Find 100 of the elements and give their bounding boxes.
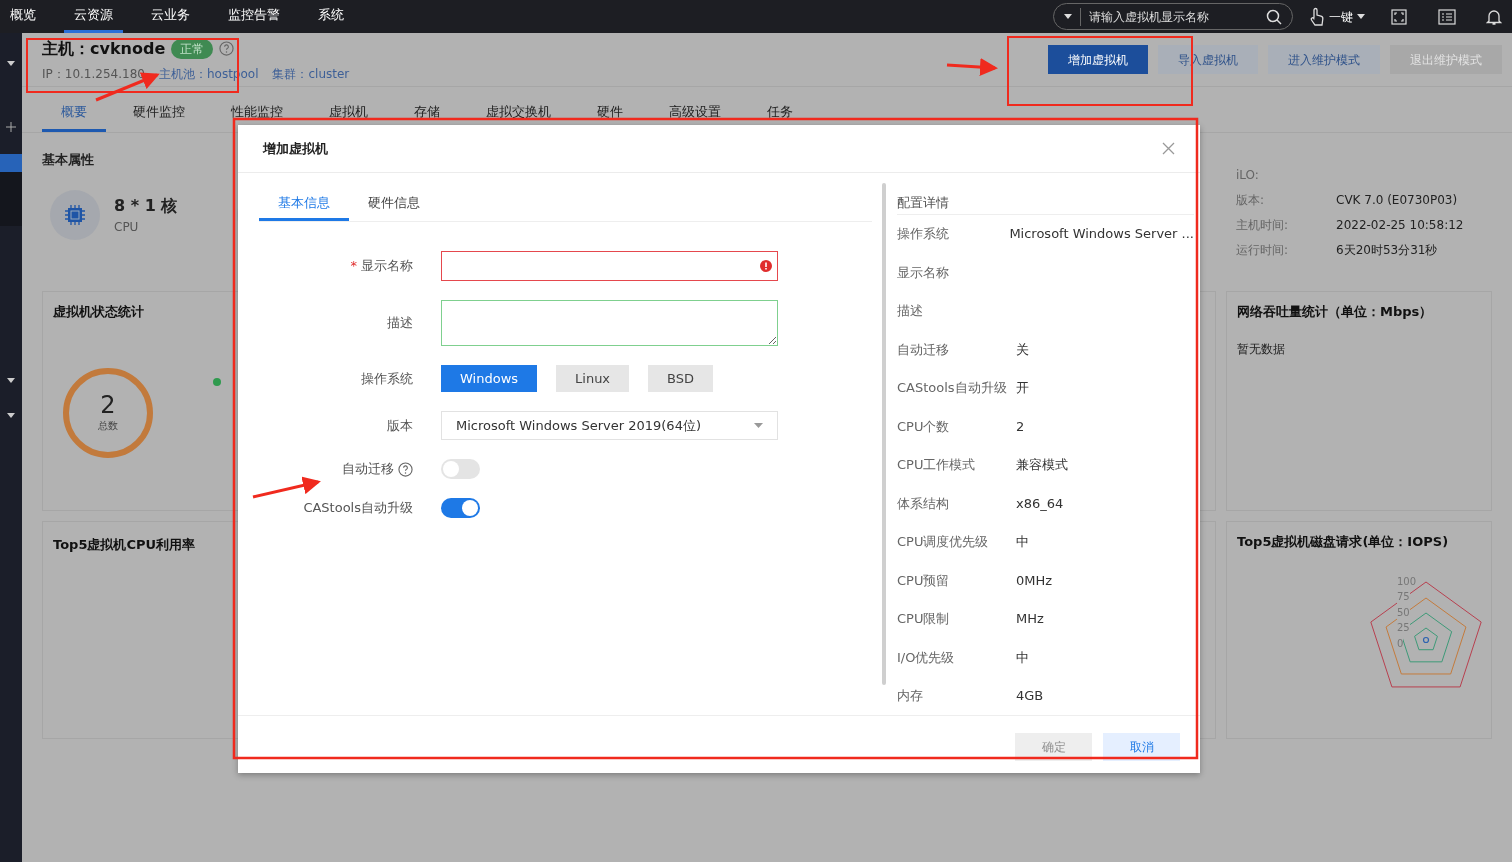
tick-label: 25 xyxy=(1397,620,1410,636)
card-title: Top5虚拟机CPU利用率 xyxy=(53,537,196,552)
page-tab[interactable]: 虚拟交换机 xyxy=(467,94,570,132)
page-tab[interactable]: 硬件 xyxy=(578,94,642,132)
display-name-field[interactable] xyxy=(441,251,778,281)
summary-label: CPU个数 xyxy=(897,417,951,436)
plus-icon[interactable] xyxy=(6,122,16,132)
section-title: 基本属性 xyxy=(42,151,95,169)
nav-item[interactable]: 概览 xyxy=(0,0,46,33)
field-label: 版本 xyxy=(387,416,413,435)
field-label: CAStools自动升级 xyxy=(303,499,413,518)
summary-value: 4GB xyxy=(1016,687,1044,705)
help-icon xyxy=(219,41,235,56)
page-tab[interactable]: 虚拟机 xyxy=(310,94,387,132)
summary-value: x86_64 xyxy=(1016,494,1064,513)
search-field[interactable]: 请输入虚拟机显示名称 xyxy=(1089,7,1258,26)
nav-item[interactable]: 监控告警 xyxy=(218,0,290,33)
summary-label: CPU调度优先级 xyxy=(897,533,990,551)
summary-title: 配置详情 xyxy=(897,193,1194,215)
error-icon xyxy=(760,260,772,272)
total-label: 总数 xyxy=(98,419,118,433)
info-label: 版本: xyxy=(1236,192,1266,209)
one-key-button[interactable]: 一键 xyxy=(1309,6,1365,27)
info-label: 运行时间: xyxy=(1236,242,1290,259)
help-icon xyxy=(398,461,413,477)
nav-item[interactable]: 云资源 xyxy=(64,0,123,33)
tick-label: 75 xyxy=(1397,589,1410,605)
caret-icon xyxy=(754,423,763,428)
search-icon xyxy=(1266,8,1282,25)
summary-value: 兼容模式 xyxy=(1016,456,1068,474)
nav-item[interactable]: 系统 xyxy=(308,0,354,33)
summary-label: CAStools自动升级 xyxy=(897,379,1008,397)
page-tab[interactable]: 硬件监控 xyxy=(114,94,204,132)
info-value: 6天20时53分31秒 xyxy=(1336,242,1438,259)
status-badge: 正常 xyxy=(171,38,214,59)
info-value: CVK 7.0 (E0730P03) xyxy=(1336,192,1458,209)
dialog-tab[interactable]: 基本信息 xyxy=(259,187,349,221)
info-label: iLO: xyxy=(1236,167,1260,184)
host-title: 主机：cvknode xyxy=(42,37,166,60)
summary-label: I/O优先级 xyxy=(897,648,956,667)
cpu-value: 8 * 1 核 xyxy=(114,194,178,217)
caret-icon xyxy=(1357,14,1365,19)
os-option[interactable]: BSD xyxy=(648,365,713,392)
cpu-icon xyxy=(50,189,100,240)
action-button[interactable]: 进入维护模式 xyxy=(1268,45,1380,74)
close-icon[interactable] xyxy=(1162,142,1175,155)
summary-label: CPU预留 xyxy=(897,571,951,590)
card-title: 虚拟机状态统计 xyxy=(53,303,145,321)
summary-value: MHz xyxy=(1016,610,1044,628)
caret-icon[interactable] xyxy=(7,413,15,418)
hand-icon xyxy=(1309,6,1325,27)
description-field[interactable] xyxy=(441,300,778,346)
cpu-label: CPU xyxy=(114,218,140,236)
bell-icon[interactable] xyxy=(1486,7,1502,26)
ip-text: IP：10.1.254.180 xyxy=(42,65,145,83)
info-value: 2022-02-25 10:58:12 xyxy=(1336,217,1464,234)
dialog-button[interactable]: 取消 xyxy=(1103,733,1180,761)
summary-value: 2 xyxy=(1016,417,1025,436)
field-label: 自动迁移 xyxy=(342,460,394,479)
field-label: 显示名称 xyxy=(361,257,413,276)
summary-label: 内存 xyxy=(897,687,924,705)
annotation-arrow xyxy=(252,476,321,499)
summary-label: CPU工作模式 xyxy=(897,456,977,474)
summary-value: Microsoft Windows Server ... xyxy=(1009,225,1194,243)
field-label: 操作系统 xyxy=(361,369,413,388)
card-title: Top5虚拟机磁盘请求(单位：IOPS) xyxy=(1237,533,1450,551)
summary-value: 中 xyxy=(1016,533,1029,551)
toggle-switch[interactable] xyxy=(441,498,480,518)
summary-label: 描述 xyxy=(897,302,924,320)
checklist-icon[interactable] xyxy=(1438,8,1456,25)
field-label: 描述 xyxy=(387,314,413,333)
total-count: 2 xyxy=(100,392,116,418)
page-tab[interactable]: 高级设置 xyxy=(650,94,740,132)
info-label: 主机时间: xyxy=(1236,217,1290,234)
caret-icon[interactable] xyxy=(7,61,15,66)
os-option[interactable]: Linux xyxy=(556,365,630,392)
summary-label: 体系结构 xyxy=(897,494,950,513)
card-title: 网络吞吐量统计（单位：Mbps） xyxy=(1237,303,1434,321)
page-tab[interactable]: 任务 xyxy=(748,94,812,132)
empty-text: 暂无数据 xyxy=(1237,340,1286,358)
fullscreen-icon[interactable] xyxy=(1391,8,1407,25)
dialog-title: 增加虚拟机 xyxy=(263,139,328,158)
page-tab[interactable]: 存储 xyxy=(395,94,459,132)
nav-item[interactable]: 云业务 xyxy=(141,0,200,33)
summary-label: CPU限制 xyxy=(897,610,951,628)
page-tab[interactable]: 性能监控 xyxy=(212,94,302,132)
toggle-switch[interactable] xyxy=(441,459,480,479)
summary-value: 开 xyxy=(1016,379,1029,397)
action-button[interactable]: 增加虚拟机 xyxy=(1048,45,1148,74)
summary-value: 关 xyxy=(1016,340,1029,359)
required-mark: * xyxy=(350,257,357,276)
summary-value: 中 xyxy=(1016,648,1029,667)
annotation-arrow xyxy=(946,58,998,77)
caret-icon[interactable] xyxy=(7,378,15,383)
summary-label: 显示名称 xyxy=(897,263,950,282)
summary-value: 0MHz xyxy=(1016,571,1053,590)
summary-label: 自动迁移 xyxy=(897,340,950,359)
version-select[interactable]: Microsoft Windows Server 2019(64位) xyxy=(441,411,778,440)
os-option[interactable]: Windows xyxy=(441,365,538,392)
dialog-tab[interactable]: 硬件信息 xyxy=(349,187,439,221)
